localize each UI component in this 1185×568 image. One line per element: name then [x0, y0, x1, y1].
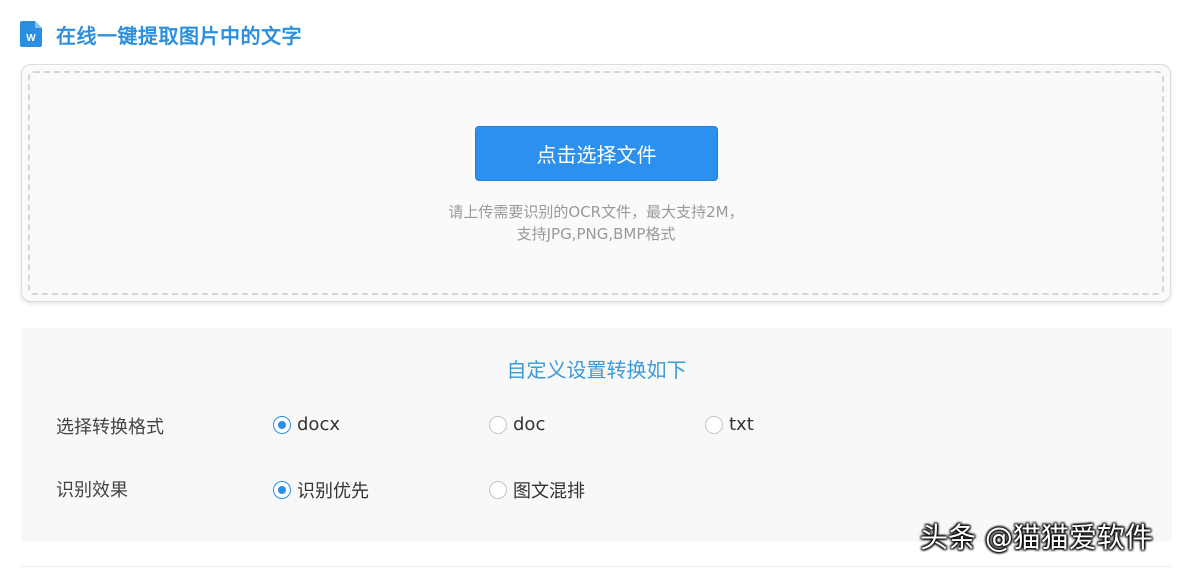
- word-document-icon: W: [20, 21, 42, 47]
- word-icon-letter: W: [26, 33, 36, 44]
- watermark: 头条 @猫猫爱软件: [920, 521, 1153, 554]
- format-option-label: txt: [729, 414, 754, 435]
- upload-dropzone[interactable]: 点击选择文件 请上传需要识别的OCR文件，最大支持2M， 支持JPG,PNG,B…: [21, 64, 1171, 302]
- radio-unchecked-icon[interactable]: [705, 415, 723, 434]
- bottom-divider: [21, 566, 1172, 567]
- radio-unchecked-icon[interactable]: [489, 415, 507, 434]
- settings-title: 自定义设置转换如下: [506, 358, 687, 382]
- format-option-txt[interactable]: txt: [705, 414, 754, 435]
- format-option-label: docx: [297, 414, 340, 435]
- effect-option-mixed-layout[interactable]: 图文混排: [489, 477, 585, 503]
- select-file-button[interactable]: 点击选择文件: [475, 126, 718, 181]
- radio-checked-icon[interactable]: [273, 481, 291, 499]
- effect-option-recognition-first[interactable]: 识别优先: [273, 477, 369, 503]
- format-row-label: 选择转换格式: [56, 417, 164, 438]
- upload-dashed-border: [28, 71, 1164, 295]
- effect-row-label: 识别效果: [56, 480, 128, 501]
- upload-hint-line-1: 请上传需要识别的OCR文件，最大支持2M，: [448, 203, 744, 221]
- page-title: 在线一键提取图片中的文字: [56, 23, 302, 48]
- conversion-settings-panel: 自定义设置转换如下 选择转换格式 docx doc txt 识别效果 识别优先 …: [21, 328, 1172, 542]
- radio-checked-icon[interactable]: [273, 415, 291, 434]
- radio-unchecked-icon[interactable]: [489, 481, 507, 499]
- format-option-label: doc: [513, 414, 546, 435]
- page-header: W 在线一键提取图片中的文字: [20, 20, 302, 48]
- format-option-doc[interactable]: doc: [489, 414, 545, 435]
- effect-option-label: 图文混排: [513, 481, 585, 502]
- upload-hint-line-2: 支持JPG,PNG,BMP格式: [516, 225, 676, 243]
- format-option-docx[interactable]: docx: [273, 414, 340, 435]
- effect-option-label: 识别优先: [297, 481, 369, 502]
